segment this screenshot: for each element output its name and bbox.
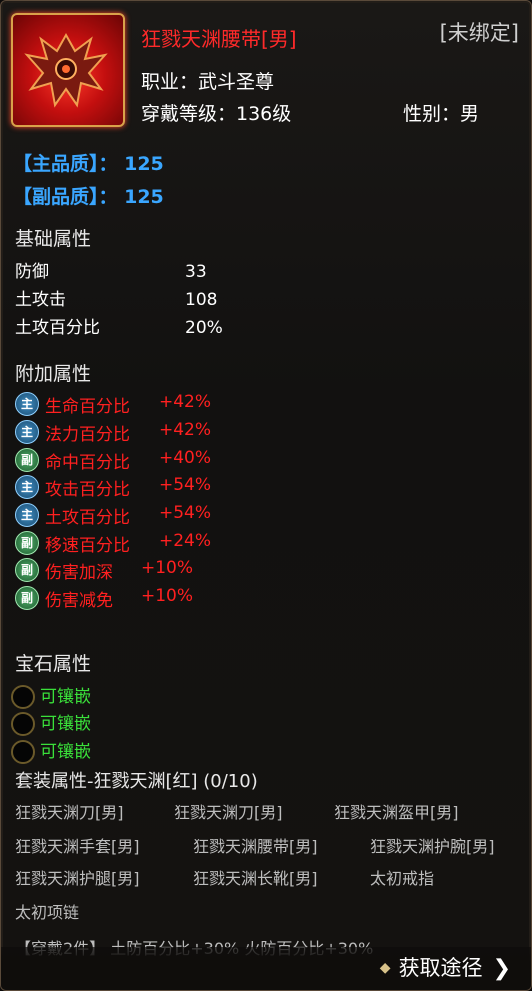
sub-badge-icon: 副 — [15, 448, 39, 472]
gem-slot-icon — [11, 685, 35, 709]
gem-slot-label: 可镶嵌 — [40, 687, 91, 707]
main-badge-icon: 主 — [15, 475, 39, 499]
item-name: 狂戮天渊腰带[男] — [141, 27, 297, 51]
gender: 性别：男 — [403, 103, 480, 125]
set-attrs-title: 套装属性-狂戮天渊[红] (0/10) — [15, 771, 258, 792]
set-item: 狂戮天渊手套[男] — [15, 837, 140, 856]
extra-attr-name: 法力百分比 — [45, 425, 130, 445]
main-badge-icon: 主 — [15, 392, 39, 416]
attr-name: 防御 — [15, 262, 49, 282]
extra-attr-value: +54% — [159, 475, 212, 495]
gem-slot-row[interactable]: 可镶嵌 — [11, 737, 91, 764]
sub-badge-icon: 副 — [15, 558, 39, 582]
extra-attr-name: 伤害加深 — [45, 563, 113, 583]
gem-slot-label: 可镶嵌 — [40, 742, 91, 762]
gem-slot-icon — [11, 712, 35, 736]
extra-attr-name: 生命百分比 — [45, 397, 130, 417]
attr-name: 土攻击 — [15, 290, 66, 310]
gem-slot-icon — [11, 740, 35, 764]
extra-attr-name: 土攻百分比 — [45, 508, 130, 528]
set-item: 狂戮天渊刀[男] — [174, 803, 283, 822]
main-badge-icon: 主 — [15, 503, 39, 527]
extra-attr-name: 命中百分比 — [45, 453, 130, 473]
set-item: 狂戮天渊盔甲[男] — [334, 803, 459, 822]
attr-value: 20% — [185, 318, 223, 338]
attr-value: 33 — [185, 262, 207, 282]
set-item: 狂戮天渊护腕[男] — [370, 837, 495, 856]
attr-value: 108 — [185, 290, 218, 310]
extra-attr-value: +10% — [141, 586, 194, 606]
main-quality: 【主品质】： 125 — [13, 153, 164, 175]
extra-attrs-title: 附加属性 — [15, 363, 92, 385]
set-item: 太初戒指 — [370, 869, 435, 888]
extra-attr-name: 伤害减免 — [45, 591, 113, 611]
extra-attr-name: 攻击百分比 — [45, 480, 130, 500]
gem-attrs-title: 宝石属性 — [15, 653, 92, 675]
chevron-right-icon: ❯ — [492, 956, 511, 981]
base-attr-row: 土攻击 108 — [15, 285, 217, 310]
base-attrs-title: 基础属性 — [15, 228, 92, 250]
wear-level: 穿戴等级：136级 — [141, 103, 292, 125]
extra-attr-value: +42% — [159, 420, 212, 440]
base-attr-row: 防御 33 — [15, 257, 207, 282]
belt-item-icon — [11, 13, 125, 127]
set-item: 狂戮天渊护腿[男] — [15, 869, 140, 888]
set-item: 狂戮天渊刀[男] — [15, 803, 124, 822]
profession: 职业：武斗圣尊 — [141, 71, 275, 93]
main-badge-icon: 主 — [15, 420, 39, 444]
attr-name: 土攻百分比 — [15, 318, 100, 338]
set-item: 太初项链 — [15, 903, 80, 922]
gem-slot-label: 可镶嵌 — [40, 714, 91, 734]
item-tooltip-panel: 狂戮天渊腰带[男] [未绑定] 职业：武斗圣尊 穿戴等级：136级 性别：男 【… — [0, 0, 532, 991]
get-source-button[interactable]: ◆ 获取途径 ❯ — [380, 952, 511, 982]
set-item: 狂戮天渊腰带[男] — [193, 837, 318, 856]
extra-attr-value: +42% — [159, 392, 212, 412]
diamond-icon: ◆ — [379, 960, 391, 976]
sub-badge-icon: 副 — [15, 531, 39, 555]
extra-attr-name: 移速百分比 — [45, 536, 130, 556]
get-source-label: 获取途径 — [398, 956, 483, 980]
extra-attr-value: +40% — [159, 448, 212, 468]
sub-badge-icon: 副 — [15, 586, 39, 610]
set-item: 狂戮天渊长靴[男] — [193, 869, 318, 888]
extra-attr-value: +54% — [159, 503, 212, 523]
extra-attr-value: +10% — [141, 558, 194, 578]
extra-attr-value: +24% — [159, 531, 212, 551]
sub-quality: 【副品质】： 125 — [13, 186, 164, 208]
gem-slot-row[interactable]: 可镶嵌 — [11, 709, 91, 736]
base-attr-row: 土攻百分比 20% — [15, 313, 223, 338]
gem-slot-row[interactable]: 可镶嵌 — [11, 682, 91, 709]
bind-status: [未绑定] — [439, 21, 519, 45]
